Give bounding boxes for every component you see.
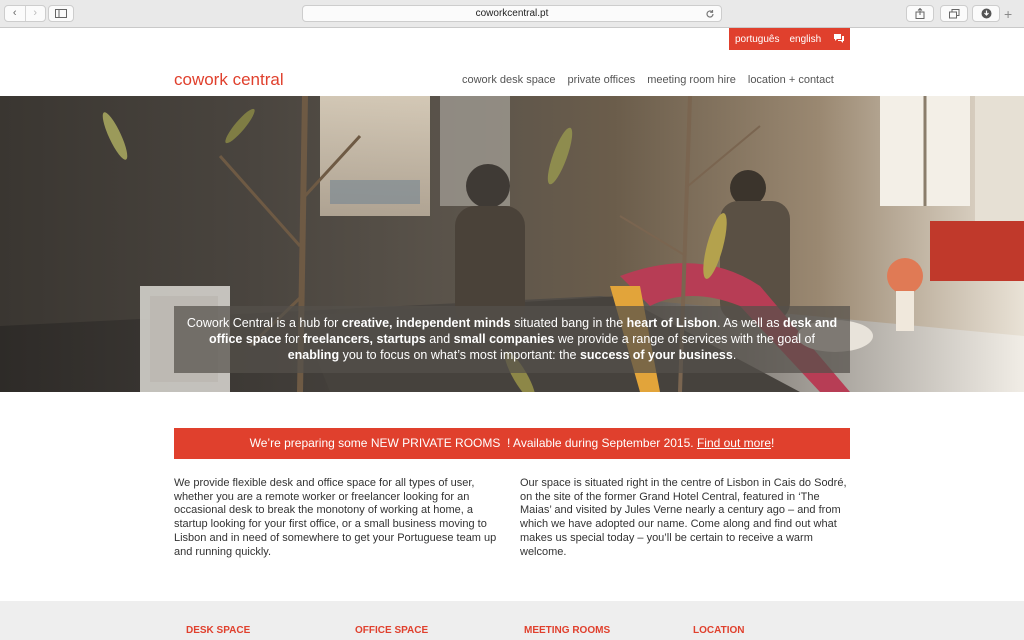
hero-text-part: you to focus on what’s most important: t… xyxy=(339,348,580,362)
hero-text-bold: freelancers, startups xyxy=(302,332,426,346)
hero-text-part: we provide a range of services with the … xyxy=(554,332,815,346)
chat-icon[interactable] xyxy=(833,33,845,44)
tabs-icon xyxy=(948,8,959,18)
back-icon[interactable]: ‹ xyxy=(5,6,25,21)
tabs-button[interactable] xyxy=(940,5,968,22)
nav-desk-space[interactable]: cowork desk space xyxy=(462,74,556,86)
find-out-more-link[interactable]: Find out more xyxy=(697,436,771,450)
reload-icon[interactable] xyxy=(705,9,715,19)
nav-private-offices[interactable]: private offices xyxy=(568,74,636,86)
footer: DESK SPACE OFFICE SPACE MEETING ROOMS LO… xyxy=(0,601,1024,640)
history-nav: ‹ › xyxy=(4,5,46,22)
sidebar-icon xyxy=(55,9,67,18)
forward-icon[interactable]: › xyxy=(24,6,46,21)
sidebar-toggle-button[interactable] xyxy=(48,5,74,22)
main-nav: cowork desk space private offices meetin… xyxy=(462,74,834,86)
address-bar[interactable]: coworkcentral.pt xyxy=(302,5,722,22)
hero-text-part: for xyxy=(281,332,303,346)
browser-toolbar: ‹ › coworkcentral.pt + xyxy=(0,0,1024,28)
hero-text-bold: creative, independent minds xyxy=(341,316,511,330)
announcement-text: ! xyxy=(771,436,775,450)
hero-text-bold: small companies xyxy=(453,332,555,346)
language-bar: português english xyxy=(729,28,850,50)
hero-text-part: and xyxy=(425,332,454,346)
hero-text-part: situated bang in the xyxy=(510,316,627,330)
announcement-text: We’re preparing some xyxy=(249,436,371,450)
share-icon xyxy=(915,8,925,19)
downloads-button[interactable] xyxy=(972,5,1000,22)
hero-text-part: . xyxy=(732,348,737,362)
footer-heading-meeting[interactable]: MEETING ROOMS xyxy=(524,625,610,636)
url-text: coworkcentral.pt xyxy=(475,8,549,19)
intro-paragraph-left: We provide flexible desk and office spac… xyxy=(174,477,497,558)
nav-location-contact[interactable]: location + contact xyxy=(748,74,834,86)
hero-text-bold: heart of Lisbon xyxy=(626,316,717,330)
site-logo[interactable]: cowork central xyxy=(174,70,284,90)
nav-meeting-rooms[interactable]: meeting room hire xyxy=(647,74,736,86)
intro-paragraph-right: Our space is situated right in the centr… xyxy=(520,477,847,558)
footer-heading-office[interactable]: OFFICE SPACE xyxy=(355,625,428,636)
share-button[interactable] xyxy=(906,5,934,22)
download-icon xyxy=(981,8,991,19)
footer-heading-desk[interactable]: DESK SPACE xyxy=(186,625,250,636)
hero-text-part: Cowork Central is a hub for xyxy=(186,316,342,330)
lang-english[interactable]: english xyxy=(789,34,821,45)
hero-text-bold: success of your business xyxy=(579,348,733,362)
hero-text-bold: enabling xyxy=(287,348,340,362)
hero-text-part: . As well as xyxy=(716,316,783,330)
announcement-highlight: NEW PRIVATE ROOMS xyxy=(370,436,501,450)
announcement-banner: We’re preparing some NEW PRIVATE ROOMS !… xyxy=(174,428,850,459)
lang-portuguese[interactable]: português xyxy=(735,34,779,45)
hero-intro-text: Cowork Central is a hub for creative, in… xyxy=(174,306,850,373)
new-tab-button[interactable]: + xyxy=(1004,6,1012,22)
hero-banner: Cowork Central is a hub for creative, in… xyxy=(0,96,1024,392)
footer-heading-location[interactable]: LOCATION xyxy=(693,625,744,636)
announcement-text: ! Available during September 2015. xyxy=(500,436,697,450)
